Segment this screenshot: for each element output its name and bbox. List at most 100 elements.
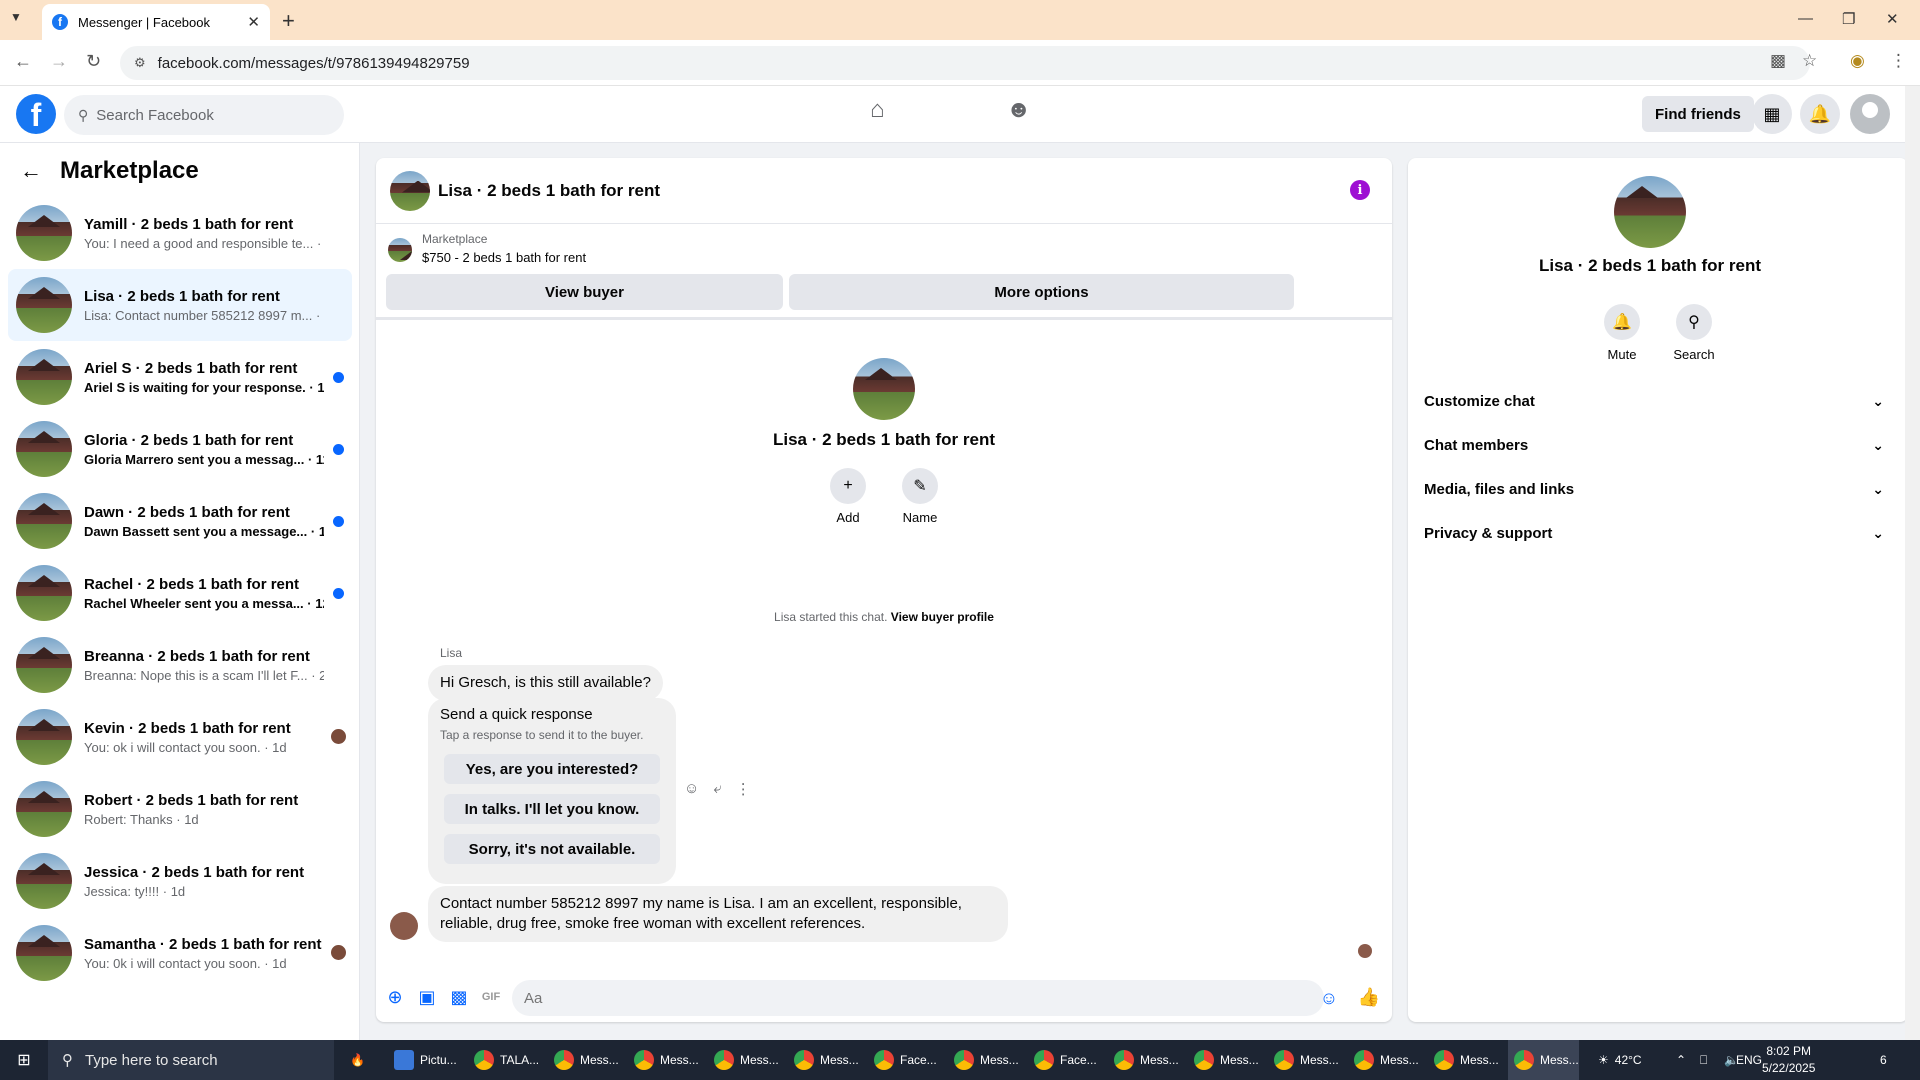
- chat-list-item[interactable]: Robert · 2 beds 1 bath for rent Robert: T…: [8, 773, 352, 845]
- weather-widget[interactable]: ☀ 42°C: [1598, 1040, 1642, 1080]
- back-icon[interactable]: ←: [14, 51, 32, 72]
- chat-list-item[interactable]: Ariel S · 2 beds 1 bath for rent Ariel S …: [8, 341, 352, 413]
- find-friends-button[interactable]: Find friends: [1642, 96, 1754, 132]
- chat-list-item[interactable]: Samantha · 2 beds 1 bath for rent You: 0k…: [8, 917, 352, 989]
- menu-grid-icon[interactable]: ▦: [1752, 94, 1792, 134]
- restore-icon[interactable]: ❐: [1842, 10, 1855, 28]
- chat-name: Breanna · 2 beds 1 bath for rent: [84, 647, 310, 665]
- info-icon[interactable]: i: [1350, 180, 1370, 200]
- tab-search-icon[interactable]: ▼: [10, 10, 22, 24]
- quick-reply-button[interactable]: Sorry, it's not available.: [444, 834, 660, 864]
- taskbar-app-button[interactable]: Mess...: [1508, 1040, 1579, 1080]
- close-tab-icon[interactable]: ✕: [247, 13, 260, 31]
- taskbar-app-icon[interactable]: 🔥: [344, 1040, 365, 1080]
- chat-time: 20h: [319, 667, 324, 683]
- forward-icon[interactable]: →: [50, 51, 68, 72]
- chat-list-item[interactable]: Kevin · 2 beds 1 bath for rent You: ok i …: [8, 701, 352, 773]
- quick-reply-button[interactable]: In talks. I'll let you know.: [444, 794, 660, 824]
- taskbar-search-input[interactable]: ⚲ Type here to search: [48, 1040, 334, 1080]
- taskbar-app-button[interactable]: Mess...: [708, 1040, 779, 1080]
- sticker-icon[interactable]: ▩: [448, 986, 470, 1008]
- reload-icon[interactable]: ↻: [86, 51, 101, 72]
- bookmark-star-icon[interactable]: ☆: [1802, 51, 1817, 71]
- facebook-search-input[interactable]: ⚲ Search Facebook: [64, 95, 344, 135]
- chat-list-item[interactable]: Breanna · 2 beds 1 bath for rent Breanna:…: [8, 629, 352, 701]
- taskbar-app-button[interactable]: Mess...: [1348, 1040, 1419, 1080]
- groups-icon[interactable]: ☻: [1006, 96, 1031, 124]
- chat-list-item[interactable]: Jessica · 2 beds 1 bath for rent Jessica:…: [8, 845, 352, 917]
- chat-list-item[interactable]: Lisa · 2 beds 1 bath for rent Lisa: Conta…: [8, 269, 352, 341]
- react-smiley-icon[interactable]: ☺: [684, 780, 699, 798]
- quick-reply-button[interactable]: Yes, are you interested?: [444, 754, 660, 784]
- back-arrow-icon[interactable]: ←: [20, 158, 42, 184]
- chat-preview: Robert: Thanks · 1d: [84, 812, 324, 827]
- message-bubble[interactable]: Hi Gresch, is this still available?: [428, 665, 663, 701]
- customize-chat-section[interactable]: Customize chat ⌄: [1424, 379, 1884, 423]
- view-buyer-profile-link[interactable]: View buyer profile: [891, 610, 994, 624]
- profile-icon[interactable]: ◉: [1850, 51, 1865, 71]
- facebook-logo-icon[interactable]: f: [16, 94, 56, 134]
- page-scrollbar[interactable]: [1905, 86, 1920, 1040]
- view-buyer-button[interactable]: View buyer: [386, 274, 783, 310]
- chat-list-item[interactable]: Yamill · 2 beds 1 bath for rent You: I ne…: [8, 197, 352, 269]
- thumbs-up-icon[interactable]: 👍: [1358, 986, 1380, 1008]
- weather-icon: ☀: [1598, 1053, 1609, 1067]
- add-people-button[interactable]: + Add: [830, 468, 866, 525]
- listing-info[interactable]: Marketplace $750 - 2 beds 1 bath for ren…: [388, 232, 586, 265]
- close-window-icon[interactable]: ✕: [1886, 10, 1899, 28]
- account-avatar[interactable]: [1850, 94, 1890, 134]
- more-options-button[interactable]: More options: [789, 274, 1294, 310]
- name-chat-button[interactable]: ✎ Name: [902, 468, 938, 525]
- chat-members-section[interactable]: Chat members ⌄: [1424, 423, 1884, 467]
- notification-center-icon[interactable]: 6: [1880, 1040, 1887, 1080]
- windows-start-icon[interactable]: ⊞: [0, 1040, 48, 1080]
- taskbar-app-button[interactable]: Mess...: [548, 1040, 619, 1080]
- message-input[interactable]: [512, 980, 1324, 1016]
- chat-list-item[interactable]: Rachel · 2 beds 1 bath for rent Rachel Wh…: [8, 557, 352, 629]
- taskbar-app-button[interactable]: Mess...: [1108, 1040, 1179, 1080]
- language-indicator[interactable]: ENG: [1736, 1040, 1762, 1080]
- more-vertical-icon[interactable]: ⋮: [736, 780, 751, 798]
- network-icon[interactable]: ⎕: [1700, 1040, 1707, 1080]
- taskbar-app-button[interactable]: Mess...: [1188, 1040, 1259, 1080]
- taskbar-app-button[interactable]: Mess...: [788, 1040, 859, 1080]
- chat-list-item[interactable]: Dawn · 2 beds 1 bath for rent Dawn Basset…: [8, 485, 352, 557]
- address-bar[interactable]: ⚙ facebook.com/messages/t/97861394948297…: [120, 46, 1810, 80]
- taskbar-app-button[interactable]: Mess...: [948, 1040, 1019, 1080]
- site-info-icon[interactable]: ⚙: [134, 55, 146, 71]
- browser-tab[interactable]: f Messenger | Facebook ✕: [42, 4, 270, 40]
- gif-icon[interactable]: GIF: [480, 986, 502, 1008]
- taskbar-app-button[interactable]: Mess...: [1268, 1040, 1339, 1080]
- emoji-icon[interactable]: ☺: [1318, 987, 1340, 1009]
- media-files-links-section[interactable]: Media, files and links ⌄: [1424, 467, 1884, 511]
- url-text[interactable]: facebook.com/messages/t/9786139494829759: [158, 55, 470, 72]
- sender-avatar[interactable]: [390, 912, 418, 940]
- notifications-bell-icon[interactable]: 🔔: [1800, 94, 1840, 134]
- taskbar-app-button[interactable]: Pictu...: [388, 1040, 457, 1080]
- plus-circle-icon[interactable]: ⊕: [384, 986, 406, 1008]
- search-chat-button[interactable]: ⚲ Search: [1664, 304, 1724, 362]
- taskbar-app-button[interactable]: Mess...: [628, 1040, 699, 1080]
- chat-time: 11h: [318, 523, 324, 539]
- privacy-support-section[interactable]: Privacy & support ⌄: [1424, 511, 1884, 555]
- home-icon[interactable]: ⌂: [870, 96, 885, 124]
- mute-button[interactable]: 🔔 Mute: [1592, 304, 1652, 362]
- taskbar-app-button[interactable]: Mess...: [1428, 1040, 1499, 1080]
- reply-arrow-icon[interactable]: ⤶: [713, 780, 721, 798]
- chat-preview-text: Lisa: Contact number 585212 8997 m...: [84, 307, 313, 323]
- started-text: Lisa started this chat.: [774, 610, 888, 624]
- message-bubble[interactable]: Contact number 585212 8997 my name is Li…: [428, 886, 1008, 942]
- conversation-avatar[interactable]: [390, 170, 430, 211]
- clock[interactable]: 8:02 PM 5/22/2025: [1762, 1043, 1815, 1077]
- browser-menu-icon[interactable]: ⋮: [1890, 51, 1907, 71]
- new-tab-button[interactable]: +: [282, 8, 295, 34]
- conversation-title[interactable]: Lisa · 2 beds 1 bath for rent: [438, 181, 660, 201]
- install-app-icon[interactable]: ▩: [1770, 51, 1786, 71]
- taskbar-app-button[interactable]: Face...: [868, 1040, 937, 1080]
- show-hidden-icons-icon[interactable]: ⌃: [1676, 1040, 1686, 1080]
- minimize-icon[interactable]: —: [1798, 10, 1813, 27]
- chat-list-item[interactable]: Gloria · 2 beds 1 bath for rent Gloria Ma…: [8, 413, 352, 485]
- photo-icon[interactable]: ▣: [416, 986, 438, 1008]
- taskbar-app-button[interactable]: Face...: [1028, 1040, 1097, 1080]
- taskbar-app-button[interactable]: TALA...: [468, 1040, 539, 1080]
